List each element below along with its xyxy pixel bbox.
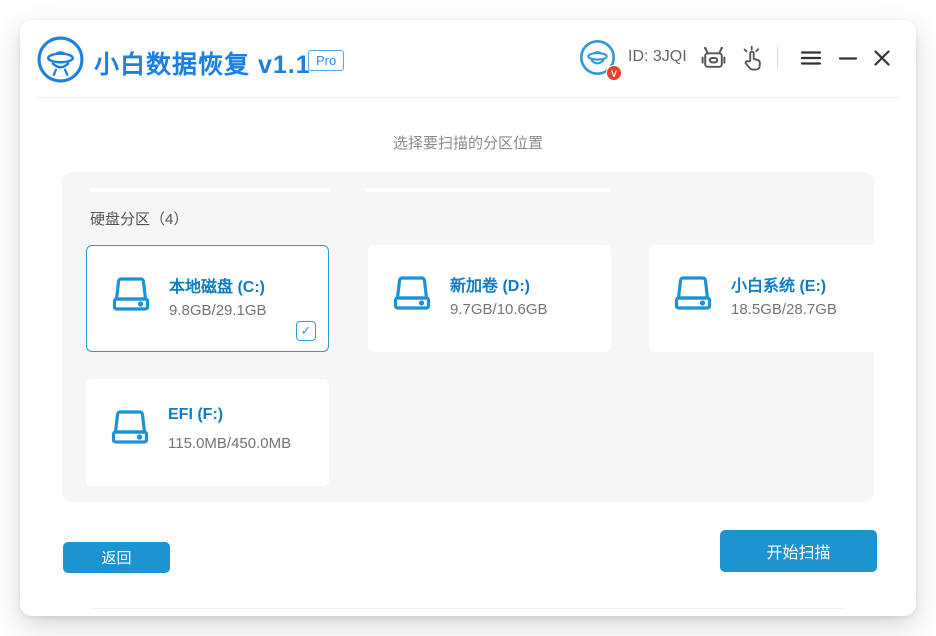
- drive-size: 115.0MB/450.0MB: [168, 435, 291, 452]
- minimize-icon[interactable]: [832, 42, 864, 74]
- user-id: ID: 3JQI: [628, 48, 687, 66]
- drive-size: 18.5GB/28.7GB: [731, 301, 837, 318]
- drive-name: 小白系统 (E:): [731, 272, 826, 296]
- header: 小白数据恢复 v1.1 Pro V ID: 3JQI: [20, 20, 916, 97]
- app-logo-icon: [36, 35, 85, 84]
- header-divider-vertical: [777, 46, 778, 68]
- start-scan-button[interactable]: 开始扫描: [720, 530, 877, 572]
- robot-assistant-icon[interactable]: [697, 42, 729, 74]
- drive-name: EFI (F:): [168, 406, 223, 424]
- panel-decoration-bar: [365, 188, 610, 192]
- partition-checkbox-checked[interactable]: ✓: [296, 321, 316, 341]
- drive-icon: [107, 272, 155, 320]
- drive-name: 新加卷 (D:): [450, 272, 530, 296]
- pro-badge: Pro: [308, 50, 344, 71]
- partition-card-f[interactable]: EFI (F:) 115.0MB/450.0MB: [86, 379, 329, 486]
- app-title: 小白数据恢复 v1.1: [94, 45, 311, 81]
- header-divider: [36, 97, 900, 98]
- panel-decoration-bar: [90, 188, 330, 192]
- partition-card-d[interactable]: 新加卷 (D:) 9.7GB/10.6GB: [368, 245, 611, 352]
- touch-click-icon[interactable]: [736, 42, 768, 74]
- section-title: 硬盘分区（4）: [90, 208, 188, 229]
- drive-icon: [106, 405, 154, 453]
- user-avatar[interactable]: V: [579, 39, 619, 79]
- partition-panel: 硬盘分区（4） 本地磁盘 (C:) 9.8GB/29.1GB ✓: [62, 172, 874, 502]
- drive-icon: [388, 271, 436, 319]
- vip-badge: V: [606, 65, 622, 81]
- menu-icon[interactable]: [795, 42, 827, 74]
- page-instruction: 选择要扫描的分区位置: [20, 132, 916, 153]
- drive-size: 9.8GB/29.1GB: [169, 302, 267, 319]
- close-icon[interactable]: [866, 42, 898, 74]
- back-button[interactable]: 返回: [63, 542, 170, 573]
- drive-size: 9.7GB/10.6GB: [450, 301, 548, 318]
- app-window: 小白数据恢复 v1.1 Pro V ID: 3JQI: [20, 20, 916, 616]
- drive-icon: [669, 271, 717, 319]
- partition-card-c[interactable]: 本地磁盘 (C:) 9.8GB/29.1GB ✓: [86, 245, 329, 352]
- partition-card-e[interactable]: 小白系统 (E:) 18.5GB/28.7GB: [649, 245, 892, 352]
- drive-name: 本地磁盘 (C:): [169, 273, 265, 297]
- bottom-divider: [90, 608, 846, 609]
